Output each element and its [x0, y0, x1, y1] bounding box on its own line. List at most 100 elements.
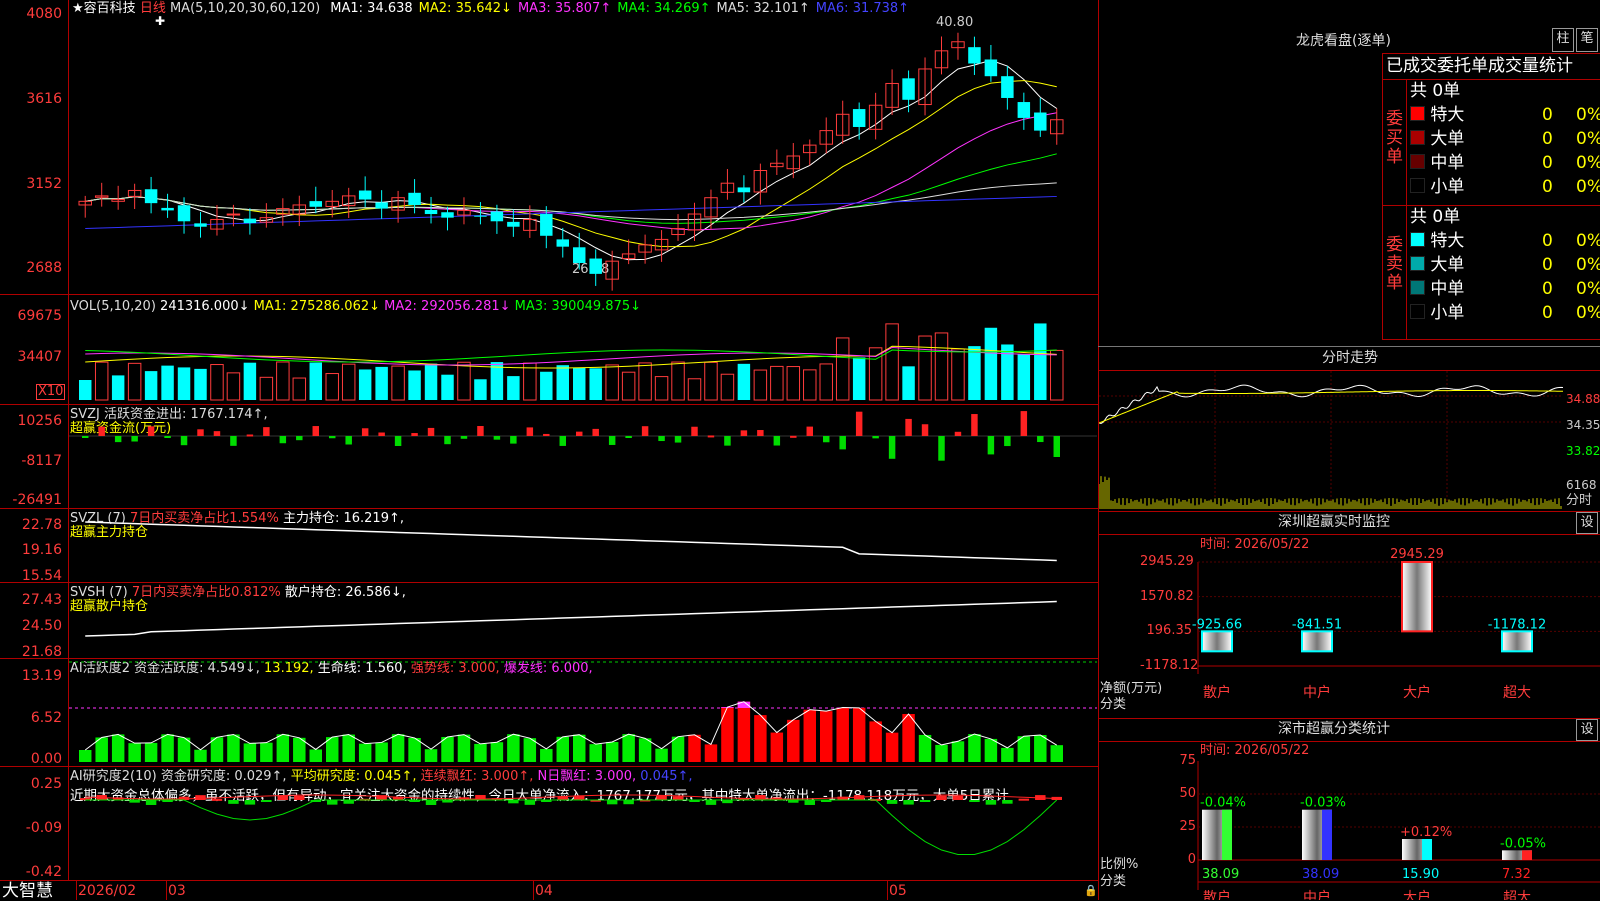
research-bar [212, 799, 222, 801]
divider [1098, 534, 1600, 535]
divider [1382, 205, 1600, 206]
activity-bar [128, 743, 140, 762]
category-label: 大户 [1403, 684, 1431, 701]
activity-bar [260, 743, 272, 762]
bar-value-label: -1178.12 [1488, 617, 1546, 632]
volume-bar [787, 367, 799, 400]
research-bar [261, 800, 271, 802]
classify-settings-button[interactable]: 设 [1576, 719, 1598, 741]
flow-bar [988, 436, 994, 454]
flow-bar [82, 436, 88, 438]
order-row: 大单00% [1410, 130, 1600, 150]
main-holding-line [85, 522, 1057, 560]
candle-down [1001, 76, 1013, 98]
research-bar [673, 796, 683, 800]
activity-bar [935, 745, 947, 762]
volume-bar [392, 366, 404, 400]
order-count: 0 [1542, 304, 1553, 322]
flow-bar [625, 436, 631, 438]
activity-bar [919, 735, 931, 762]
volume-chart[interactable] [69, 312, 1097, 402]
order-count: 0 [1542, 256, 1553, 274]
monitor-settings-button[interactable]: 设 [1576, 512, 1598, 534]
research-bar [228, 800, 238, 804]
ai1-axis-label: 0.00 [0, 751, 62, 767]
flow-bar [938, 436, 944, 461]
flow-bar [263, 427, 269, 436]
candle-down [178, 205, 190, 221]
category-label: 中户 [1303, 684, 1331, 701]
volume-bar [112, 375, 124, 400]
ai-activity-chart[interactable] [69, 660, 1097, 764]
intraday-chart[interactable] [1099, 371, 1563, 509]
activity-bar [227, 734, 239, 762]
intraday-title: 分时走势 [1322, 351, 1378, 365]
date-label: 03 [168, 884, 186, 898]
flow-bar [345, 436, 351, 444]
classify-title: 深市超赢分类统计 [1278, 722, 1390, 736]
volume-bar [886, 324, 898, 400]
volume-bar [672, 362, 684, 400]
volume-bar [260, 377, 272, 400]
activity-bar [161, 734, 173, 762]
activity-bar [244, 743, 256, 762]
bar-value-label: 38.09 [1202, 867, 1239, 882]
volume-bar [853, 357, 865, 400]
ratio-bar-chart[interactable]: -0.04%38.09散户-0.03%38.09中户+0.12%15.90大户-… [1100, 755, 1600, 900]
divider [1098, 741, 1600, 742]
volume-bar [293, 378, 305, 400]
order-count: 0 [1542, 130, 1553, 148]
research-bar [195, 795, 205, 800]
volume-bar [458, 362, 470, 400]
star-icon[interactable]: ★ [72, 1, 84, 16]
research-bar [969, 800, 979, 802]
flow-bar [247, 435, 253, 437]
activity-bar [754, 715, 766, 762]
ai-research-chart[interactable] [69, 768, 1097, 878]
svsh-axis-label: 27.43 [0, 592, 62, 608]
net-amount-bar [1502, 631, 1532, 651]
candle-down [902, 78, 914, 99]
flow-bar [280, 436, 286, 443]
time-tick [533, 880, 534, 900]
flow-bar [823, 436, 829, 442]
research-bar [953, 796, 963, 800]
flow-bar [807, 427, 813, 436]
flow-bar [642, 426, 648, 436]
vol-ma-line [85, 346, 1057, 368]
ai1-axis-label: 6.52 [0, 710, 62, 726]
research-bar [887, 800, 897, 804]
volume-bar [952, 349, 964, 400]
volume-bar [145, 371, 157, 400]
net-amount-bar-chart[interactable]: -925.66散户-841.51中户2945.29大户-1178.12超大 [1100, 548, 1600, 714]
vol-unit-badge: X10 [36, 384, 65, 400]
flow-bar [214, 431, 220, 436]
flow-bar [856, 412, 862, 436]
volume-bar [310, 363, 322, 400]
fund-flow-chart[interactable] [69, 406, 1097, 506]
candle-down [985, 59, 997, 76]
volume-bar [95, 362, 107, 400]
candle-down [375, 202, 387, 208]
date-label: 2026/02 [78, 884, 136, 898]
candle-down [359, 191, 371, 200]
category-label: 大户 [1403, 889, 1431, 900]
net-amount-bar [1202, 631, 1232, 651]
order-row: 小单00% [1410, 304, 1600, 324]
flow-bar [724, 436, 730, 446]
bar-value-label: 15.90 [1402, 867, 1439, 882]
activity-bar [738, 702, 750, 762]
bar-value-label: 7.32 [1502, 867, 1531, 882]
flow-bar [872, 436, 878, 438]
flow-bar [362, 428, 368, 436]
bar-mode-button[interactable]: 柱 [1552, 28, 1574, 52]
flow-bar [131, 436, 137, 442]
tick-mode-button[interactable]: 笔 [1576, 28, 1598, 52]
lock-icon[interactable]: 🔒 [1084, 884, 1098, 898]
candlestick-chart[interactable] [69, 20, 1097, 292]
retail-holding-chart[interactable] [69, 584, 1097, 656]
flow-bar [313, 426, 319, 436]
color-swatch [1410, 106, 1425, 121]
volume-bar [820, 364, 832, 400]
main-holding-chart[interactable] [69, 510, 1097, 580]
